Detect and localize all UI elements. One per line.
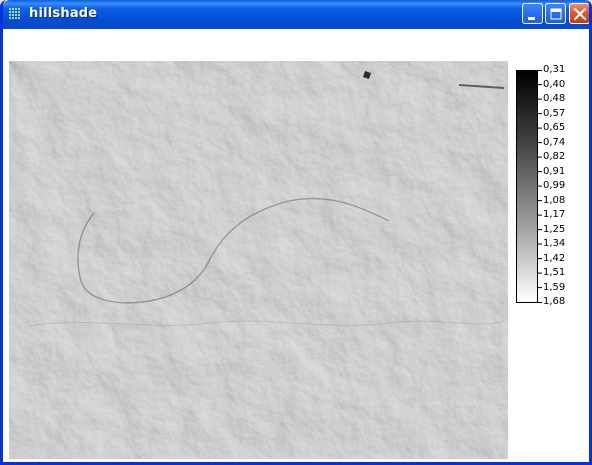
- legend-colorbar: [516, 70, 538, 303]
- title-bar[interactable]: hillshade: [3, 0, 589, 29]
- client-area: 0,31 0,40 0,48 0,57 0,65 0,74 0,82 0,91 …: [6, 29, 589, 462]
- legend-label: 1,34: [543, 238, 566, 249]
- legend-label: 1,17: [543, 209, 566, 220]
- legend-label: 0,57: [543, 107, 566, 119]
- legend-label: 0,91: [543, 165, 566, 177]
- legend-label: 0,48: [543, 93, 566, 104]
- hillshade-map[interactable]: [9, 61, 508, 459]
- legend-label: 0,74: [543, 136, 566, 148]
- legend-label: 0,40: [543, 78, 566, 90]
- close-icon: [573, 7, 587, 21]
- legend-label: 1,08: [543, 194, 566, 206]
- legend-label: 1,68: [543, 296, 566, 307]
- legend-label: 1,25: [543, 223, 566, 235]
- close-button[interactable]: [569, 3, 589, 24]
- legend-label: 1,42: [543, 252, 566, 264]
- maximize-icon: [550, 8, 562, 20]
- maximize-button[interactable]: [545, 3, 566, 24]
- hillshade-window: hillshade 0,31 0,40 0,48 0,57 0,65 0,74 …: [0, 0, 592, 465]
- legend-label: 0,31: [543, 64, 566, 75]
- legend-label: 0,99: [543, 180, 566, 191]
- legend-label: 0,65: [543, 122, 566, 133]
- grid-app-icon: [9, 8, 20, 19]
- legend-label: 0,82: [543, 151, 566, 162]
- legend-label: 1,59: [543, 281, 566, 293]
- minimize-button[interactable]: [522, 3, 543, 24]
- minimize-icon: [528, 17, 535, 20]
- hillshade-relief: [9, 61, 508, 459]
- legend-label: 1,51: [543, 267, 566, 278]
- window-title: hillshade: [29, 6, 98, 21]
